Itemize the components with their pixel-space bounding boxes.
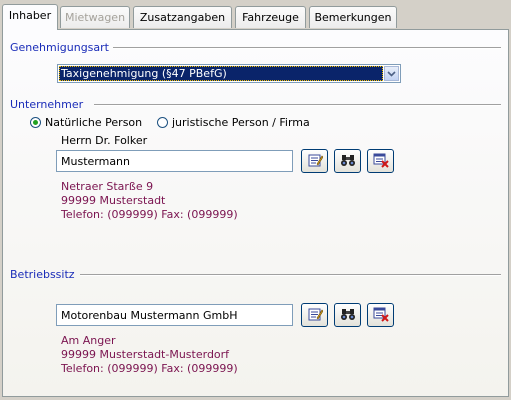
betriebssitz-street: Am Anger [61, 334, 116, 347]
edit-icon [307, 152, 323, 171]
tab-fahrzeuge[interactable]: Fahrzeuge [235, 6, 306, 28]
unternehmer-search-button[interactable] [334, 149, 361, 173]
section-divider [113, 47, 501, 49]
unternehmer-address: Netraer Starße 9 99999 Musterstadt Telef… [61, 180, 238, 222]
section-title-betriebssitz: Betriebssitz [10, 268, 75, 281]
unternehmer-phone: Telefon: (099999) Fax: (099999) [61, 208, 238, 221]
unternehmer-name-field[interactable]: Mustermann [56, 150, 293, 172]
tab-zusatzangaben[interactable]: Zusatzangaben [133, 6, 232, 28]
betriebssitz-edit-button[interactable] [301, 303, 328, 327]
radio-juristische-person[interactable]: juristische Person / Firma [157, 116, 310, 129]
genehmigungsart-select[interactable]: Taxigenehmigung (§47 PBefG) [57, 64, 401, 83]
radio-natuerliche-person[interactable]: Natürliche Person [30, 116, 142, 129]
section-divider [94, 104, 501, 106]
betriebssitz-phone: Telefon: (099999) Fax: (099999) [61, 362, 238, 375]
radio-unchecked-icon[interactable] [157, 117, 168, 128]
radio-checked-icon[interactable] [30, 117, 41, 128]
unternehmer-edit-button[interactable] [301, 149, 328, 173]
section-title-genehmigungsart: Genehmigungsart [10, 41, 109, 54]
section-divider [80, 274, 501, 276]
unternehmer-city: 99999 Musterstadt [61, 194, 166, 207]
chevron-down-icon[interactable] [384, 66, 399, 81]
delete-record-icon [373, 152, 389, 171]
betriebssitz-city: 99999 Musterstadt-Musterdorf [61, 348, 230, 361]
edit-icon [307, 306, 323, 325]
radio-natuerliche-person-label: Natürliche Person [45, 116, 143, 129]
betriebssitz-delete-button[interactable] [367, 303, 394, 327]
binoculars-icon [340, 152, 356, 171]
tab-bemerkungen[interactable]: Bemerkungen [309, 6, 397, 28]
salutation-label: Herrn Dr. Folker [61, 134, 148, 147]
binoculars-icon [340, 306, 356, 325]
tab-mietwagen: Mietwagen [60, 6, 130, 28]
section-title-unternehmer: Unternehmer [10, 98, 84, 111]
unternehmer-street: Netraer Starße 9 [61, 180, 154, 193]
betriebssitz-search-button[interactable] [334, 303, 361, 327]
tab-inhaber[interactable]: Inhaber [2, 4, 58, 30]
radio-juristische-person-label: juristische Person / Firma [172, 116, 310, 129]
delete-record-icon [373, 306, 389, 325]
unternehmer-delete-button[interactable] [367, 149, 394, 173]
genehmigungsart-selected-value: Taxigenehmigung (§47 PBefG) [59, 66, 383, 81]
betriebssitz-address: Am Anger 99999 Musterstadt-Musterdorf Te… [61, 334, 238, 376]
betriebssitz-name-field[interactable]: Motorenbau Mustermann GmbH [56, 304, 293, 326]
